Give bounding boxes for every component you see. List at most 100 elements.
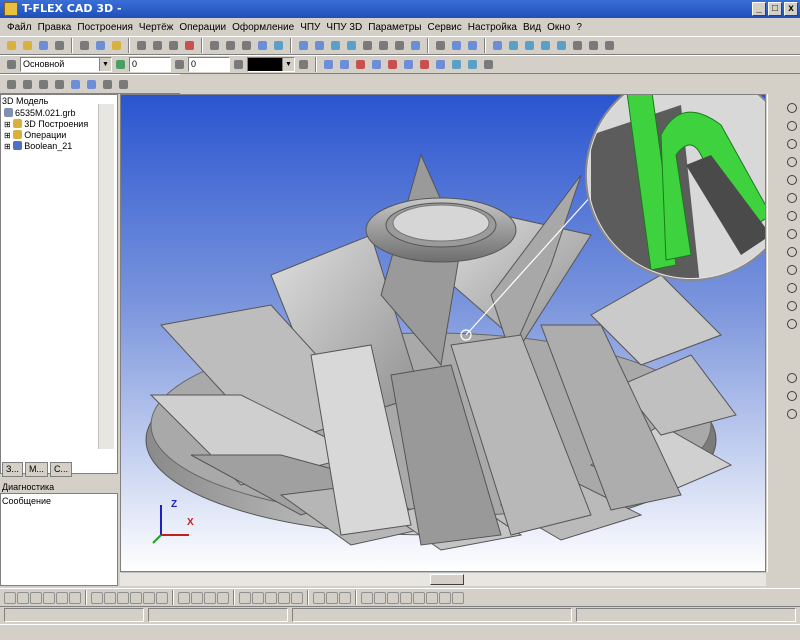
menu-parameters[interactable]: Параметры xyxy=(365,22,424,33)
text-icon[interactable] xyxy=(239,38,254,53)
orbit-icon[interactable] xyxy=(784,298,798,312)
tool-icon[interactable] xyxy=(265,591,277,604)
tool-icon[interactable] xyxy=(191,591,203,604)
tool-icon[interactable] xyxy=(91,591,103,604)
tab-materials[interactable]: М... xyxy=(24,462,48,477)
snap-icon[interactable] xyxy=(321,57,336,72)
pan-icon[interactable] xyxy=(52,77,67,92)
zoom-in-icon[interactable] xyxy=(784,136,798,150)
fillet-icon[interactable] xyxy=(392,38,407,53)
window-icon[interactable] xyxy=(465,38,480,53)
expand-icon[interactable]: ⊞ xyxy=(4,142,11,151)
new-file-icon[interactable] xyxy=(4,38,19,53)
loft-icon[interactable] xyxy=(360,38,375,53)
view-front-icon[interactable] xyxy=(506,38,521,53)
line-icon[interactable] xyxy=(134,38,149,53)
refresh-icon[interactable] xyxy=(490,38,505,53)
zoom-previous-icon[interactable] xyxy=(784,208,798,222)
tool-icon[interactable] xyxy=(239,591,251,604)
tool-icon[interactable] xyxy=(178,591,190,604)
view-icon[interactable] xyxy=(449,38,464,53)
render-icon[interactable] xyxy=(602,38,617,53)
tool-icon[interactable] xyxy=(4,591,16,604)
tool-icon[interactable] xyxy=(104,591,116,604)
page-icon[interactable] xyxy=(433,38,448,53)
layer-view-icon[interactable] xyxy=(449,57,464,72)
snap-center-icon[interactable] xyxy=(369,57,384,72)
tool-icon[interactable] xyxy=(313,591,325,604)
menu-construct[interactable]: Построения xyxy=(74,22,136,33)
level-field[interactable]: 0 xyxy=(129,57,171,72)
tool-icon[interactable] xyxy=(17,591,29,604)
menu-settings[interactable]: Настройка xyxy=(465,22,520,33)
undo-icon[interactable] xyxy=(182,38,197,53)
tool-icon[interactable] xyxy=(400,591,412,604)
layer-lock-icon[interactable] xyxy=(465,57,480,72)
tool-icon[interactable] xyxy=(452,591,464,604)
dimension-icon[interactable] xyxy=(271,38,286,53)
menu-view[interactable]: Вид xyxy=(520,22,544,33)
maximize-button[interactable]: □ xyxy=(768,2,782,16)
snap-grid-icon[interactable] xyxy=(401,57,416,72)
tool-icon[interactable] xyxy=(130,591,142,604)
shading-icon[interactable] xyxy=(570,38,585,53)
menu-annotate[interactable]: Оформление xyxy=(229,22,297,33)
close-button[interactable]: x xyxy=(784,2,798,16)
pointer-icon[interactable] xyxy=(4,57,19,72)
options-icon[interactable] xyxy=(481,57,496,72)
zoom-out-icon[interactable] xyxy=(784,190,798,204)
checkmark-icon[interactable] xyxy=(784,118,798,132)
check-icon[interactable] xyxy=(113,57,128,72)
layers-icon[interactable] xyxy=(784,370,798,384)
tool-icon[interactable] xyxy=(204,591,216,604)
section-icon[interactable] xyxy=(68,77,83,92)
material-icon[interactable] xyxy=(784,406,798,420)
tree-item-operations[interactable]: ⊞ Операции xyxy=(4,130,66,140)
view-iso-icon[interactable] xyxy=(554,38,569,53)
3d-node-icon[interactable] xyxy=(312,38,327,53)
angle-icon[interactable] xyxy=(223,38,238,53)
paste-icon[interactable] xyxy=(109,38,124,53)
tree-item-3d-constructions[interactable]: ⊞ 3D Построения xyxy=(4,119,88,129)
expand-icon[interactable]: ⊞ xyxy=(4,131,11,140)
view-top-icon[interactable] xyxy=(522,38,537,53)
pen-icon[interactable] xyxy=(207,38,222,53)
copy-icon[interactable] xyxy=(93,38,108,53)
tool-icon[interactable] xyxy=(339,591,351,604)
3d-viewport[interactable]: Z X xyxy=(120,94,766,572)
tool-icon[interactable] xyxy=(361,591,373,604)
magnifier-icon[interactable] xyxy=(784,280,798,294)
open-file-icon[interactable] xyxy=(20,38,35,53)
layer-select[interactable]: Основной ▼ xyxy=(20,57,112,72)
zoom-fit-icon[interactable] xyxy=(784,154,798,168)
tree-item-boolean[interactable]: ⊞ Boolean_21 xyxy=(4,141,72,151)
camera-icon[interactable] xyxy=(116,77,131,92)
menu-operations[interactable]: Операции xyxy=(176,22,229,33)
chevron-down-icon[interactable]: ▼ xyxy=(99,58,111,71)
menu-edit[interactable]: Правка xyxy=(35,22,75,33)
view-left-icon[interactable] xyxy=(538,38,553,53)
zoom-window-icon[interactable] xyxy=(784,172,798,186)
tool-icon[interactable] xyxy=(387,591,399,604)
tree-scrollbar[interactable] xyxy=(98,104,114,449)
color-icon[interactable] xyxy=(231,57,246,72)
linestyle-icon[interactable] xyxy=(296,57,311,72)
menu-file[interactable]: Файл xyxy=(4,22,35,33)
tab-3d-model[interactable]: З... xyxy=(2,462,23,477)
tool-icon[interactable] xyxy=(217,591,229,604)
tool-icon[interactable] xyxy=(252,591,264,604)
zoom-all-icon[interactable] xyxy=(784,226,798,240)
pen-tool-icon[interactable] xyxy=(784,100,798,114)
snap-end-icon[interactable] xyxy=(337,57,352,72)
menu-drawing[interactable]: Чертёж xyxy=(136,22,176,33)
tab-structure[interactable]: С... xyxy=(49,462,72,477)
arc-icon[interactable] xyxy=(166,38,181,53)
snap-point-icon[interactable] xyxy=(417,57,432,72)
grid-icon[interactable] xyxy=(100,77,115,92)
command-line[interactable] xyxy=(0,624,800,640)
tool-icon[interactable] xyxy=(326,591,338,604)
minimize-button[interactable]: _ xyxy=(752,2,766,16)
workplane-icon[interactable] xyxy=(296,38,311,53)
wireframe-icon[interactable] xyxy=(586,38,601,53)
tool-icon[interactable] xyxy=(278,591,290,604)
